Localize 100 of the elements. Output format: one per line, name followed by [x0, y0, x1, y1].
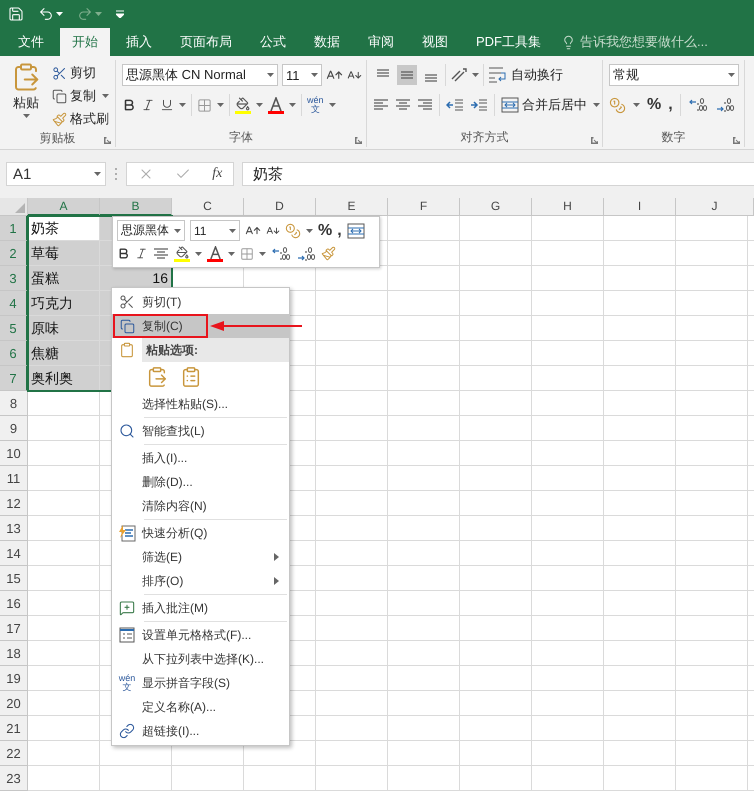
caret-icon[interactable]: [593, 103, 600, 107]
menu-item[interactable]: 从下拉列表中选择(K)...: [112, 647, 289, 671]
increase-indent-icon[interactable]: [470, 97, 488, 113]
column-header[interactable]: C: [172, 198, 244, 216]
menu-item[interactable]: 排序(O): [112, 569, 289, 593]
caret-icon[interactable]: [195, 252, 202, 256]
ribbon-tab[interactable]: 开始: [60, 28, 110, 56]
customize-toolbar-icon[interactable]: [116, 10, 124, 18]
comma-style-button[interactable]: ,: [668, 96, 673, 114]
fill-color-icon[interactable]: [235, 96, 251, 114]
font-color-icon[interactable]: [207, 246, 223, 262]
column-header[interactable]: D: [244, 198, 316, 216]
caret-icon[interactable]: [311, 73, 318, 77]
row-header[interactable]: 11: [0, 466, 28, 491]
row-header[interactable]: 12: [0, 491, 28, 516]
menu-item[interactable]: 插入(I)...: [112, 446, 289, 470]
font-color-icon[interactable]: [268, 96, 284, 114]
formula-input[interactable]: 奶茶: [242, 162, 754, 186]
format-painter-button[interactable]: 格式刷: [52, 108, 109, 130]
ribbon-tab[interactable]: PDF工具集: [464, 28, 553, 56]
menu-item[interactable]: 插入批注(M): [112, 596, 289, 620]
menu-item[interactable]: 定义名称(A)...: [112, 695, 289, 719]
save-icon[interactable]: [8, 6, 24, 22]
decrease-decimal-icon[interactable]: [296, 246, 316, 262]
row-header[interactable]: 17: [0, 616, 28, 641]
font-name-dropdown[interactable]: 思源黑体 CN Normal: [122, 64, 278, 86]
row-header[interactable]: 13: [0, 516, 28, 541]
row-header[interactable]: 21: [0, 716, 28, 741]
insert-function-button[interactable]: fx: [212, 166, 222, 182]
menu-item[interactable]: 复制(C): [112, 314, 289, 338]
name-box[interactable]: A1: [6, 162, 106, 186]
dialog-launcher-icon[interactable]: [591, 137, 598, 144]
row-header[interactable]: 7: [0, 366, 28, 391]
increase-decimal-icon[interactable]: [688, 97, 708, 113]
decrease-decimal-icon[interactable]: [714, 97, 735, 113]
merge-icon[interactable]: [501, 97, 519, 113]
borders-icon[interactable]: [197, 98, 212, 112]
menu-item[interactable]: 设置单元格格式(F)...: [112, 623, 289, 647]
menu-item[interactable]: 删除(D)...: [112, 470, 289, 494]
paintbrush-icon[interactable]: [321, 246, 336, 261]
percent-style-button[interactable]: %: [318, 222, 332, 240]
column-header[interactable]: I: [604, 198, 676, 216]
fill-color-icon[interactable]: [174, 246, 190, 262]
font-size-dropdown[interactable]: 11: [190, 220, 240, 241]
italic-icon[interactable]: [135, 247, 148, 260]
ribbon-tab[interactable]: 页面布局: [168, 28, 244, 56]
caret-icon[interactable]: [217, 103, 224, 107]
column-header[interactable]: A: [28, 198, 100, 216]
row-header[interactable]: 18: [0, 641, 28, 666]
caret-icon[interactable]: [259, 252, 266, 256]
cut-button[interactable]: 剪切: [52, 62, 109, 84]
wrap-text-button[interactable]: 自动换行: [488, 64, 563, 86]
row-header[interactable]: 23: [0, 766, 28, 791]
row-header[interactable]: 14: [0, 541, 28, 566]
align-center-icon[interactable]: [153, 246, 169, 262]
paste-button[interactable]: 粘贴: [6, 62, 46, 130]
ribbon-tab[interactable]: 公式: [248, 28, 298, 56]
italic-icon[interactable]: [141, 98, 155, 112]
caret-icon[interactable]: [94, 172, 101, 176]
menu-item[interactable]: 剪切(T): [112, 290, 289, 314]
dialog-launcher-icon[interactable]: [733, 137, 740, 144]
row-header[interactable]: 8: [0, 391, 28, 416]
decrease-indent-icon[interactable]: [446, 97, 464, 113]
underline-icon[interactable]: [160, 98, 174, 112]
caret-icon[interactable]: [728, 73, 735, 77]
row-header[interactable]: 16: [0, 591, 28, 616]
comma-style-button[interactable]: ,: [337, 222, 342, 240]
undo-icon[interactable]: [38, 6, 54, 22]
caret-icon[interactable]: [633, 103, 640, 107]
column-header[interactable]: G: [460, 198, 532, 216]
caret-icon[interactable]: [328, 103, 336, 107]
middle-align-icon[interactable]: [397, 65, 417, 85]
font-size-dropdown[interactable]: 11: [282, 64, 322, 86]
row-header[interactable]: 3: [0, 266, 28, 291]
increase-decimal-icon[interactable]: [271, 246, 291, 262]
merge-icon[interactable]: [346, 222, 365, 238]
caret-icon[interactable]: [102, 94, 109, 98]
column-header[interactable]: H: [532, 198, 604, 216]
caret-icon[interactable]: [267, 73, 274, 77]
caret-icon[interactable]: [289, 103, 296, 107]
ribbon-tab[interactable]: 插入: [114, 28, 164, 56]
font-name-dropdown[interactable]: 思源黑体: [117, 220, 185, 241]
row-header[interactable]: 4: [0, 291, 28, 316]
number-format-dropdown[interactable]: 常规: [609, 64, 739, 86]
row-header[interactable]: 5: [0, 316, 28, 341]
ribbon-tab[interactable]: 文件: [6, 28, 56, 56]
caret-icon[interactable]: [472, 73, 479, 77]
caret-icon[interactable]: [179, 103, 186, 107]
caret-icon[interactable]: [174, 228, 181, 232]
row-header[interactable]: 19: [0, 666, 28, 691]
row-header[interactable]: 15: [0, 566, 28, 591]
dialog-launcher-icon[interactable]: [355, 137, 362, 144]
paste-formatting-icon[interactable]: [146, 366, 168, 388]
dialog-launcher-icon[interactable]: [104, 137, 111, 144]
menu-item[interactable]: 清除内容(N): [112, 494, 289, 518]
menu-item[interactable]: 筛选(E): [112, 545, 289, 569]
menu-item[interactable]: 智能查找(L): [112, 419, 289, 443]
column-header[interactable]: J: [676, 198, 754, 216]
bold-icon[interactable]: [122, 98, 136, 112]
caret-icon[interactable]: [56, 12, 63, 16]
